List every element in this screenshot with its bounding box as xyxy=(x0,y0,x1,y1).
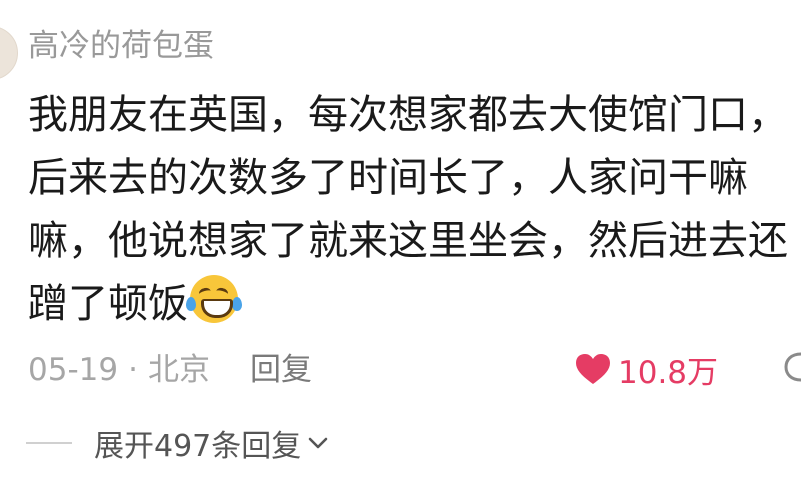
chevron-down-icon xyxy=(308,437,328,449)
avatar[interactable] xyxy=(0,26,18,80)
like-count: 10.8万 xyxy=(618,354,719,391)
expand-replies-button[interactable]: 展开497条回复 xyxy=(26,421,329,465)
heart-icon xyxy=(576,354,610,384)
like-button[interactable]: 10.8万 xyxy=(574,348,719,391)
comment-content: 我朋友在英国，每次想家都去大使馆门口， 后来去的次数多了时间长了，人家问干嘛 嘛… xyxy=(28,84,801,336)
laughing-tears-emoji-icon xyxy=(186,275,242,323)
comment-line: 嘛，他说想家了就来这里坐会，然后进去还 xyxy=(28,218,788,264)
expand-replies-label[interactable]: 展开497条回复 xyxy=(94,421,301,465)
divider-dash xyxy=(26,442,72,444)
comment-date: 05-19 xyxy=(28,352,119,388)
meta-separator: · xyxy=(128,352,138,388)
comment-line: 后来去的次数多了时间长了，人家问干嘛 xyxy=(28,155,748,201)
comment-item: 高冷的荷包蛋 我朋友在英国，每次想家都去大使馆门口， 后来去的次数多了时间长了，… xyxy=(0,0,801,500)
comment-location: 北京 xyxy=(147,352,210,388)
comment-line-last: 蹭了顿饭 xyxy=(28,273,801,336)
comment-line: 我朋友在英国，每次想家都去大使馆门口， xyxy=(28,92,788,138)
comment-line-text: 蹭了顿饭 xyxy=(28,281,188,327)
comment-bubble-icon[interactable] xyxy=(783,350,801,386)
reply-button[interactable]: 回复 xyxy=(250,352,312,388)
comment-meta: 05-19 · 北京 回复 xyxy=(28,350,312,390)
username[interactable]: 高冷的荷包蛋 xyxy=(28,26,214,66)
